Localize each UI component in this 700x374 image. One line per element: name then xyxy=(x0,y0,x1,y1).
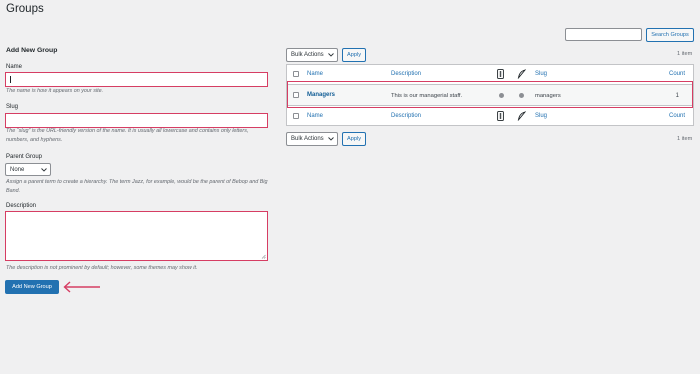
column-description[interactable]: Description xyxy=(391,71,421,77)
parent-group-label: Parent Group xyxy=(6,154,43,160)
bulk-actions-label: Bulk Actions xyxy=(291,52,324,58)
feather-column-icon xyxy=(517,69,526,79)
column-count[interactable]: Count xyxy=(669,71,685,77)
resize-handle-icon[interactable] xyxy=(261,254,266,259)
description-label: Description xyxy=(6,203,37,209)
slug-hint: The “slug” is the URL-friendly version o… xyxy=(6,128,249,143)
column-slug-footer[interactable]: Slug xyxy=(535,113,547,119)
parent-group-hint: Assign a parent term to create a hierarc… xyxy=(6,179,268,194)
select-all-checkbox-footer[interactable] xyxy=(293,113,299,119)
column-description-footer[interactable]: Description xyxy=(391,113,421,119)
members-column-icon xyxy=(497,111,504,121)
chevron-down-icon xyxy=(328,137,334,141)
items-count-top: 1 item xyxy=(677,51,693,57)
bulk-actions-label: Bulk Actions xyxy=(291,136,324,142)
chevron-down-icon xyxy=(328,53,334,57)
bulk-actions-select-bottom[interactable]: Bulk Actions xyxy=(286,132,338,146)
items-count-bottom: 1 item xyxy=(677,136,693,142)
name-label: Name xyxy=(6,64,23,70)
bulk-actions-select-top[interactable]: Bulk Actions xyxy=(286,48,338,62)
search-groups-button[interactable]: Search Groups xyxy=(646,28,694,42)
parent-group-selected: None xyxy=(10,166,25,173)
description-hint: The description is not prominent by defa… xyxy=(6,265,198,271)
search-input[interactable] xyxy=(565,28,642,41)
apply-button-bottom[interactable]: Apply xyxy=(342,132,366,146)
name-hint: The name is how it appears on your site. xyxy=(6,88,104,94)
feather-column-icon xyxy=(517,111,526,121)
column-name[interactable]: Name xyxy=(307,71,323,77)
text-cursor xyxy=(10,75,11,83)
chevron-down-icon xyxy=(41,167,47,172)
slug-label: Slug xyxy=(6,104,19,110)
parent-group-select[interactable]: None xyxy=(5,163,51,176)
members-column-icon xyxy=(497,69,504,79)
column-slug[interactable]: Slug xyxy=(535,71,547,77)
column-name-footer[interactable]: Name xyxy=(307,113,323,119)
page-title: Groups xyxy=(6,3,44,15)
arrow-pointer-icon xyxy=(63,281,100,293)
table-footer: Name Description Slug Count xyxy=(287,106,693,126)
description-field[interactable] xyxy=(5,211,268,261)
slug-field[interactable] xyxy=(5,113,268,128)
row-highlight-box xyxy=(287,81,693,108)
apply-button-top[interactable]: Apply xyxy=(342,48,366,62)
add-new-group-button[interactable]: Add New Group xyxy=(5,280,59,294)
add-new-group-heading: Add New Group xyxy=(6,47,58,54)
column-count-footer[interactable]: Count xyxy=(669,113,685,119)
name-field[interactable] xyxy=(5,72,268,87)
select-all-checkbox[interactable] xyxy=(293,71,299,77)
